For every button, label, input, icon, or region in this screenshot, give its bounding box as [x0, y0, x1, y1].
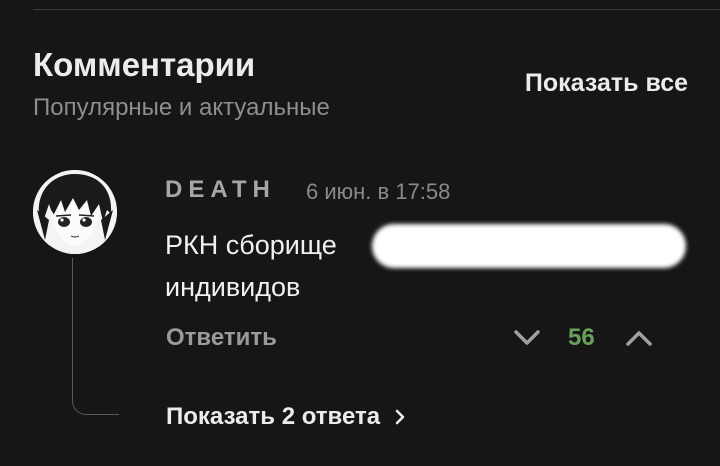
- section-title: Комментарии: [33, 46, 256, 83]
- chevron-right-icon: [395, 409, 405, 425]
- section-subtitle: Популярные и актуальные: [33, 94, 330, 121]
- comment-timestamp[interactable]: 6 июн. в 17:58: [306, 179, 450, 205]
- thread-line: [72, 258, 119, 415]
- avatar[interactable]: [33, 170, 117, 254]
- downvote-button[interactable]: [512, 327, 542, 349]
- upvote-button[interactable]: [624, 327, 654, 349]
- reply-button[interactable]: Ответить: [166, 324, 277, 352]
- anime-avatar-icon: [33, 170, 117, 254]
- show-all-button[interactable]: Показать все: [525, 69, 688, 98]
- comment-text-line-2: индивидов: [165, 272, 301, 302]
- top-divider: [33, 9, 720, 10]
- chevron-up-icon: [626, 331, 652, 346]
- chevron-down-icon: [514, 330, 540, 345]
- show-replies-button[interactable]: Показать 2 ответа: [166, 403, 406, 431]
- show-replies-label: Показать 2 ответа: [166, 403, 381, 430]
- comment-author[interactable]: DEATH: [165, 176, 276, 204]
- comment-score: 56: [568, 324, 595, 351]
- redaction-overlay: [372, 224, 686, 268]
